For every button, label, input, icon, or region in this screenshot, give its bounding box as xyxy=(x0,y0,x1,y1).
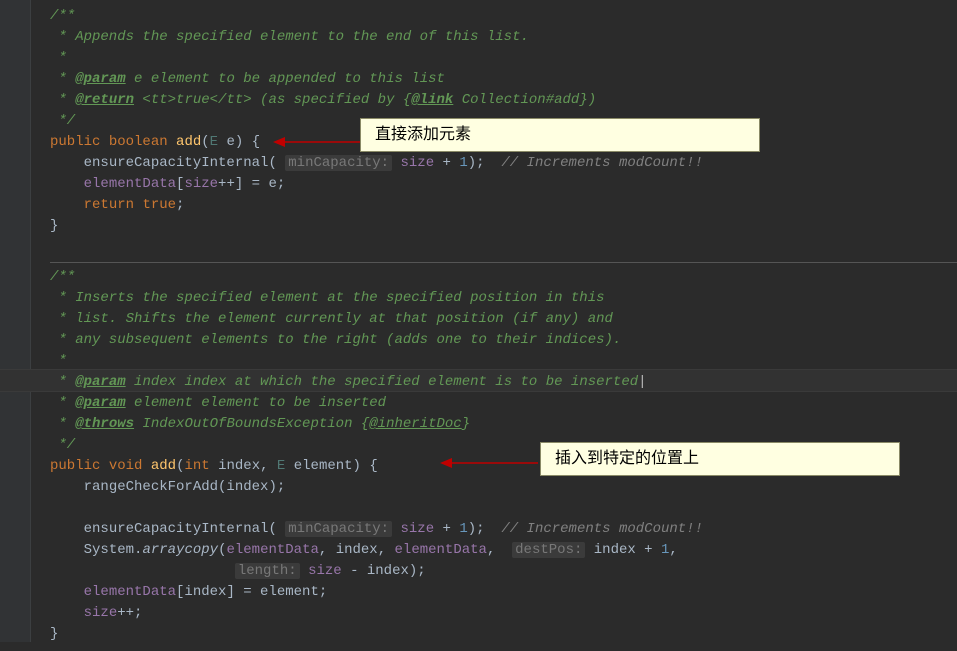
annotation-box-1: 直接添加元素 xyxy=(360,118,760,152)
code-line: elementData[size++] = e; xyxy=(50,174,957,195)
code-line: size++; xyxy=(50,603,957,624)
arrow-icon xyxy=(273,134,363,150)
code-line: * Appends the specified element to the e… xyxy=(50,27,957,48)
method-separator xyxy=(50,262,957,263)
code-line: * @param index index at which the specif… xyxy=(50,372,957,393)
code-line: /** xyxy=(50,267,957,288)
annotation-box-2: 插入到特定的位置上 xyxy=(540,442,900,476)
code-line: * @param element element to be inserted xyxy=(50,393,957,414)
code-line: elementData[index] = element; xyxy=(50,582,957,603)
blank-line xyxy=(50,237,957,258)
code-line: * @param e element to be appended to thi… xyxy=(50,69,957,90)
code-line: } xyxy=(50,216,957,237)
code-line: System.arraycopy(elementData, index, ele… xyxy=(50,540,957,561)
code-line: * @throws IndexOutOfBoundsException {@in… xyxy=(50,414,957,435)
annotation-text-2: 插入到特定的位置上 xyxy=(555,450,699,467)
code-line: * any subsequent elements to the right (… xyxy=(50,330,957,351)
code-line: * xyxy=(50,351,957,372)
annotation-text-1: 直接添加元素 xyxy=(375,126,471,143)
code-line: rangeCheckForAdd(index); xyxy=(50,477,957,498)
code-line: ensureCapacityInternal( minCapacity: siz… xyxy=(50,153,957,174)
arrow-icon xyxy=(440,455,540,471)
code-line: return true; xyxy=(50,195,957,216)
code-line: /** xyxy=(50,6,957,27)
code-line: * list. Shifts the element currently at … xyxy=(50,309,957,330)
code-line: * xyxy=(50,48,957,69)
code-editor[interactable]: /** * Appends the specified element to t… xyxy=(0,0,957,651)
code-line: * Inserts the specified element at the s… xyxy=(50,288,957,309)
code-line: ensureCapacityInternal( minCapacity: siz… xyxy=(50,519,957,540)
code-line: * @return <tt>true</tt> (as specified by… xyxy=(50,90,957,111)
code-line: length: size - index); xyxy=(50,561,957,582)
blank-line xyxy=(50,498,957,519)
